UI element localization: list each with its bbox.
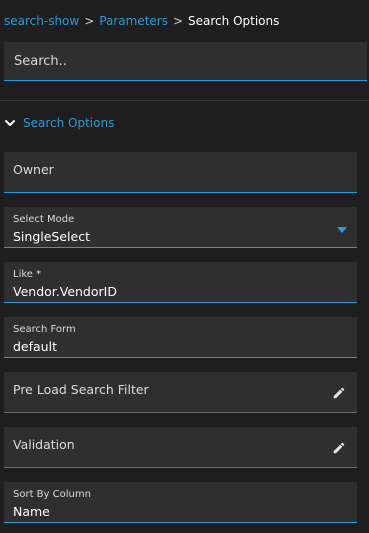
pencil-icon[interactable] [332,441,346,455]
section-title: Search Options [23,116,115,130]
breadcrumb-separator: > [172,14,184,28]
like-label: Like * [13,269,42,280]
section-toggle-search-options[interactable]: Search Options [4,114,114,132]
owner-placeholder: Owner [13,162,54,177]
breadcrumb-item-search-show[interactable]: search-show [4,14,79,28]
chevron-down-icon [5,120,15,126]
divider [0,100,369,101]
breadcrumb-item-current: Search Options [188,14,280,28]
like-value: Vendor.VendorID [13,284,117,299]
search-form-field[interactable]: Search Form default [4,317,357,358]
like-field[interactable]: Like * Vendor.VendorID [4,262,357,303]
sort-by-column-value: Name [13,504,50,519]
validation-field[interactable]: Validation [4,427,357,468]
dropdown-arrow-icon[interactable] [337,227,347,233]
validation-placeholder: Validation [13,437,75,452]
select-mode-dropdown[interactable]: Select Mode SingleSelect [4,207,357,248]
pencil-icon[interactable] [332,386,346,400]
breadcrumb: search-show > Parameters > Search Options [4,13,279,29]
breadcrumb-separator: > [84,14,95,28]
select-mode-label: Select Mode [13,214,75,225]
sort-by-column-field[interactable]: Sort By Column Name [4,482,357,523]
search-input[interactable] [4,42,367,80]
search-box [4,42,367,81]
search-form-value: default [13,339,57,354]
pre-load-search-filter-field[interactable]: Pre Load Search Filter [4,372,357,413]
search-form-label: Search Form [13,324,76,335]
owner-field[interactable]: Owner [4,152,357,193]
sort-by-column-label: Sort By Column [13,489,91,500]
pre-load-search-filter-placeholder: Pre Load Search Filter [13,382,149,397]
breadcrumb-item-parameters[interactable]: Parameters [99,14,168,28]
select-mode-value: SingleSelect [13,229,90,244]
